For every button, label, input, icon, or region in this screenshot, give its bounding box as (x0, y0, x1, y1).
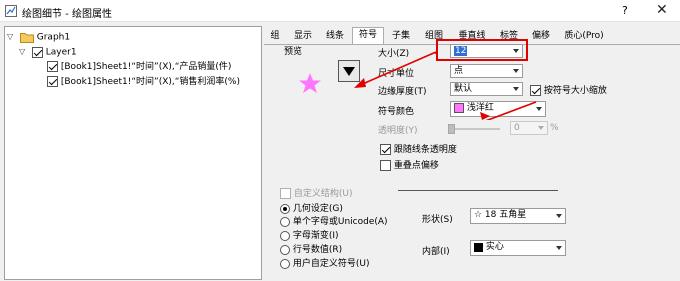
follow-line-option[interactable]: 跟随线条透明度 (380, 142, 457, 155)
tree-item-layer[interactable]: ▽ Layer1 (19, 45, 77, 59)
layer-checkbox[interactable] (31, 46, 43, 58)
window-title: 绘图细节 - 绘图属性 (22, 9, 112, 20)
radio-row-number[interactable]: 行号数值(R) (280, 242, 342, 255)
close-button[interactable]: ✕ (656, 2, 668, 18)
custom-structure-label: 自定义结构(U) (293, 189, 353, 199)
radio-unicode[interactable]: 单个字母或Unicode(A) (280, 214, 388, 227)
app-icon (5, 5, 17, 17)
collapse-icon[interactable]: ▽ (19, 45, 29, 59)
radio-row-number-button[interactable] (280, 244, 290, 255)
interior-label: 内部(I) (422, 247, 450, 257)
interior-value: 实心 (485, 242, 504, 252)
divider (398, 190, 558, 191)
radio-user-defined-button[interactable] (280, 258, 290, 269)
chevron-down-icon (556, 214, 562, 218)
spinner-arrow-icon (538, 126, 544, 130)
folder-icon (19, 32, 34, 43)
tab-display[interactable]: 显示 (288, 29, 318, 44)
follow-line-checkbox[interactable] (380, 144, 391, 155)
overlap-offset-label: 重叠点偏移 (393, 161, 439, 171)
plot-checkbox[interactable] (47, 76, 58, 87)
shape-value: ☆ 18 五角星 (474, 210, 527, 220)
radio-unicode-button[interactable] (280, 216, 290, 227)
shape-label: 形状(S) (422, 215, 453, 225)
overlap-offset-option[interactable]: 重叠点偏移 (380, 158, 439, 171)
plot-checkbox[interactable] (47, 61, 58, 72)
radio-letter-gradient-button[interactable] (280, 230, 290, 241)
interior-combo[interactable]: 实心 (470, 240, 566, 256)
radio-geometric[interactable]: 几何设定(G) (280, 201, 343, 214)
custom-structure-option[interactable]: 自定义结构(U) (280, 186, 353, 199)
preview-label: 预览 (284, 47, 303, 57)
help-button[interactable]: ? (622, 4, 628, 17)
radio-letter-gradient[interactable]: 字母渐变(I) (280, 228, 339, 241)
tree-item-plot-label: [Book1]Sheet1!“时间”(X),“销售利润率(%) (60, 77, 240, 87)
collapse-icon[interactable]: ▽ (7, 30, 17, 44)
radio-row-number-label: 行号数值(R) (292, 245, 343, 255)
tree-item-layer-label: Layer1 (45, 47, 77, 58)
radio-unicode-label: 单个字母或Unicode(A) (292, 217, 388, 227)
radio-letter-gradient-label: 字母渐变(I) (292, 231, 339, 241)
radio-user-defined-label: 用户自定义符号(U) (292, 259, 370, 269)
radio-geometric-button[interactable] (280, 203, 290, 214)
transparency-slider[interactable] (448, 124, 500, 134)
radio-geometric-label: 几何设定(G) (292, 204, 343, 214)
overlap-offset-checkbox[interactable] (380, 160, 391, 171)
percent-label: % (550, 123, 559, 133)
transparency-spinner[interactable]: 0 (510, 121, 548, 135)
follow-line-label: 跟随线条透明度 (393, 145, 457, 155)
tree-item-plot[interactable]: [Book1]Sheet1!“时间”(X),“销售利润率(%) (47, 75, 240, 89)
tree-item-plot[interactable]: [Book1]Sheet1!“时间”(X),“产品销量(件) (47, 60, 232, 74)
tab-group[interactable]: 组 (264, 29, 286, 44)
plot-tree[interactable]: ▽ Graph1 ▽ Layer1 [Book1]Sheet1!“时间”(X),… (4, 26, 262, 280)
tree-item-graph[interactable]: ▽ Graph1 (7, 30, 70, 44)
arrow-pointer-icon (350, 86, 390, 106)
radio-user-defined[interactable]: 用户自定义符号(U) (280, 256, 370, 269)
tab-centroid[interactable]: 质心(Pro) (558, 29, 610, 44)
star-preview-icon (299, 73, 321, 93)
shape-combo[interactable]: ☆ 18 五角星 (470, 208, 566, 224)
tree-item-graph-label: Graph1 (36, 32, 71, 43)
transparency-value: 0 (514, 123, 520, 133)
custom-structure-checkbox[interactable] (280, 188, 291, 199)
tree-item-plot-label: [Book1]Sheet1!“时间”(X),“产品销量(件) (60, 62, 232, 72)
chevron-down-icon (556, 246, 562, 250)
annotation-arrows (354, 51, 537, 120)
slider-track (448, 128, 500, 130)
solid-fill-icon (474, 242, 483, 252)
slider-thumb[interactable] (448, 124, 455, 134)
transparency-label: 透明度(Y) (378, 126, 418, 136)
